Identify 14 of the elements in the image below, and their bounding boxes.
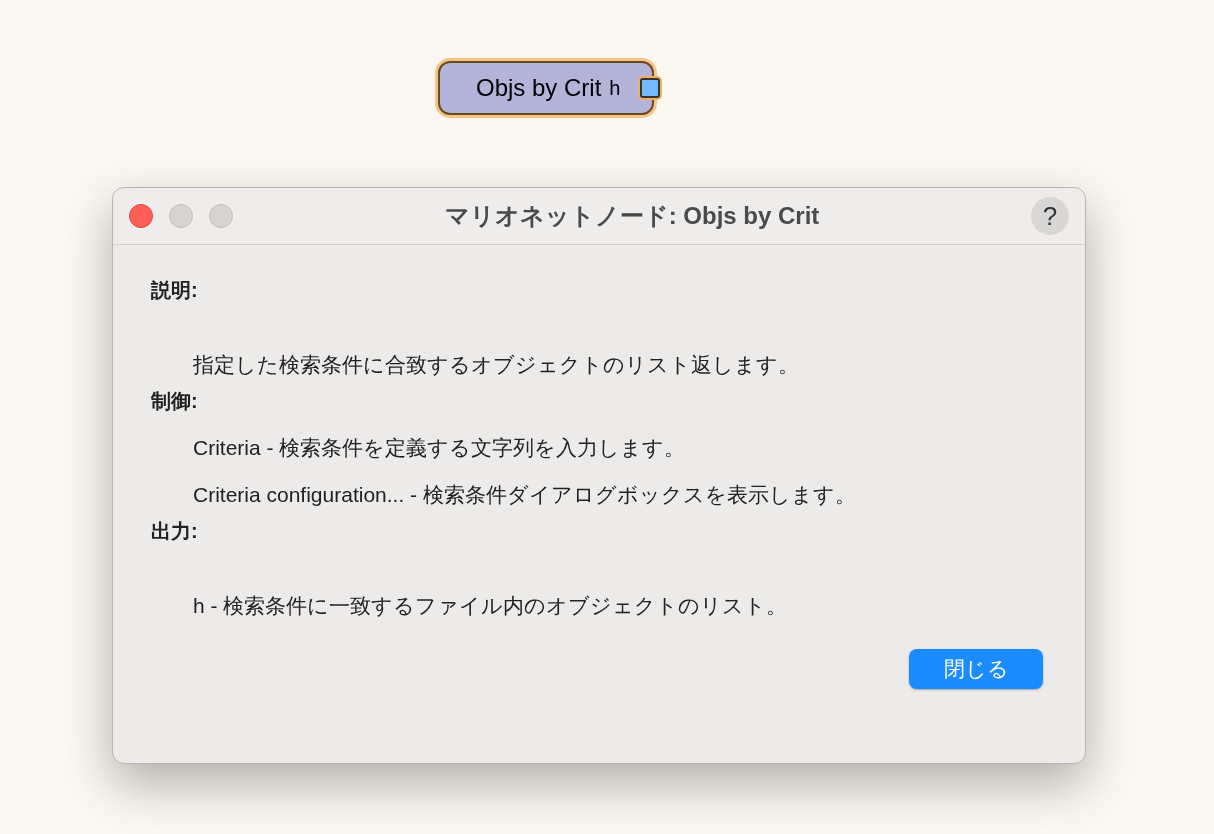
- description-text: 指定した検索条件に合致するオブジェクトのリスト返します。: [193, 352, 800, 376]
- section-heading: 制御:: [151, 389, 199, 412]
- marionette-node[interactable]: Objs by Crit h: [438, 61, 654, 115]
- description-text: Criteria - 検索条件を定義する文字列を入力します。: [193, 435, 687, 459]
- help-button[interactable]: ?: [1031, 197, 1069, 235]
- port-label: h: [609, 76, 621, 101]
- description-text: Criteria configuration... - 検索条件ダイアログボックスを表示します。: [193, 482, 857, 506]
- output-port-icon[interactable]: [640, 78, 660, 98]
- window-title: マリオネットノード: Objs by Crit: [444, 201, 820, 231]
- close-window-button[interactable]: [129, 204, 153, 228]
- node-title: Objs by Crit: [476, 73, 602, 103]
- section-heading: 説明:: [151, 278, 199, 301]
- description-text: h - 検索条件に一致するファイル内のオブジェクトのリスト。: [193, 593, 789, 617]
- section-heading: 出力:: [151, 519, 199, 542]
